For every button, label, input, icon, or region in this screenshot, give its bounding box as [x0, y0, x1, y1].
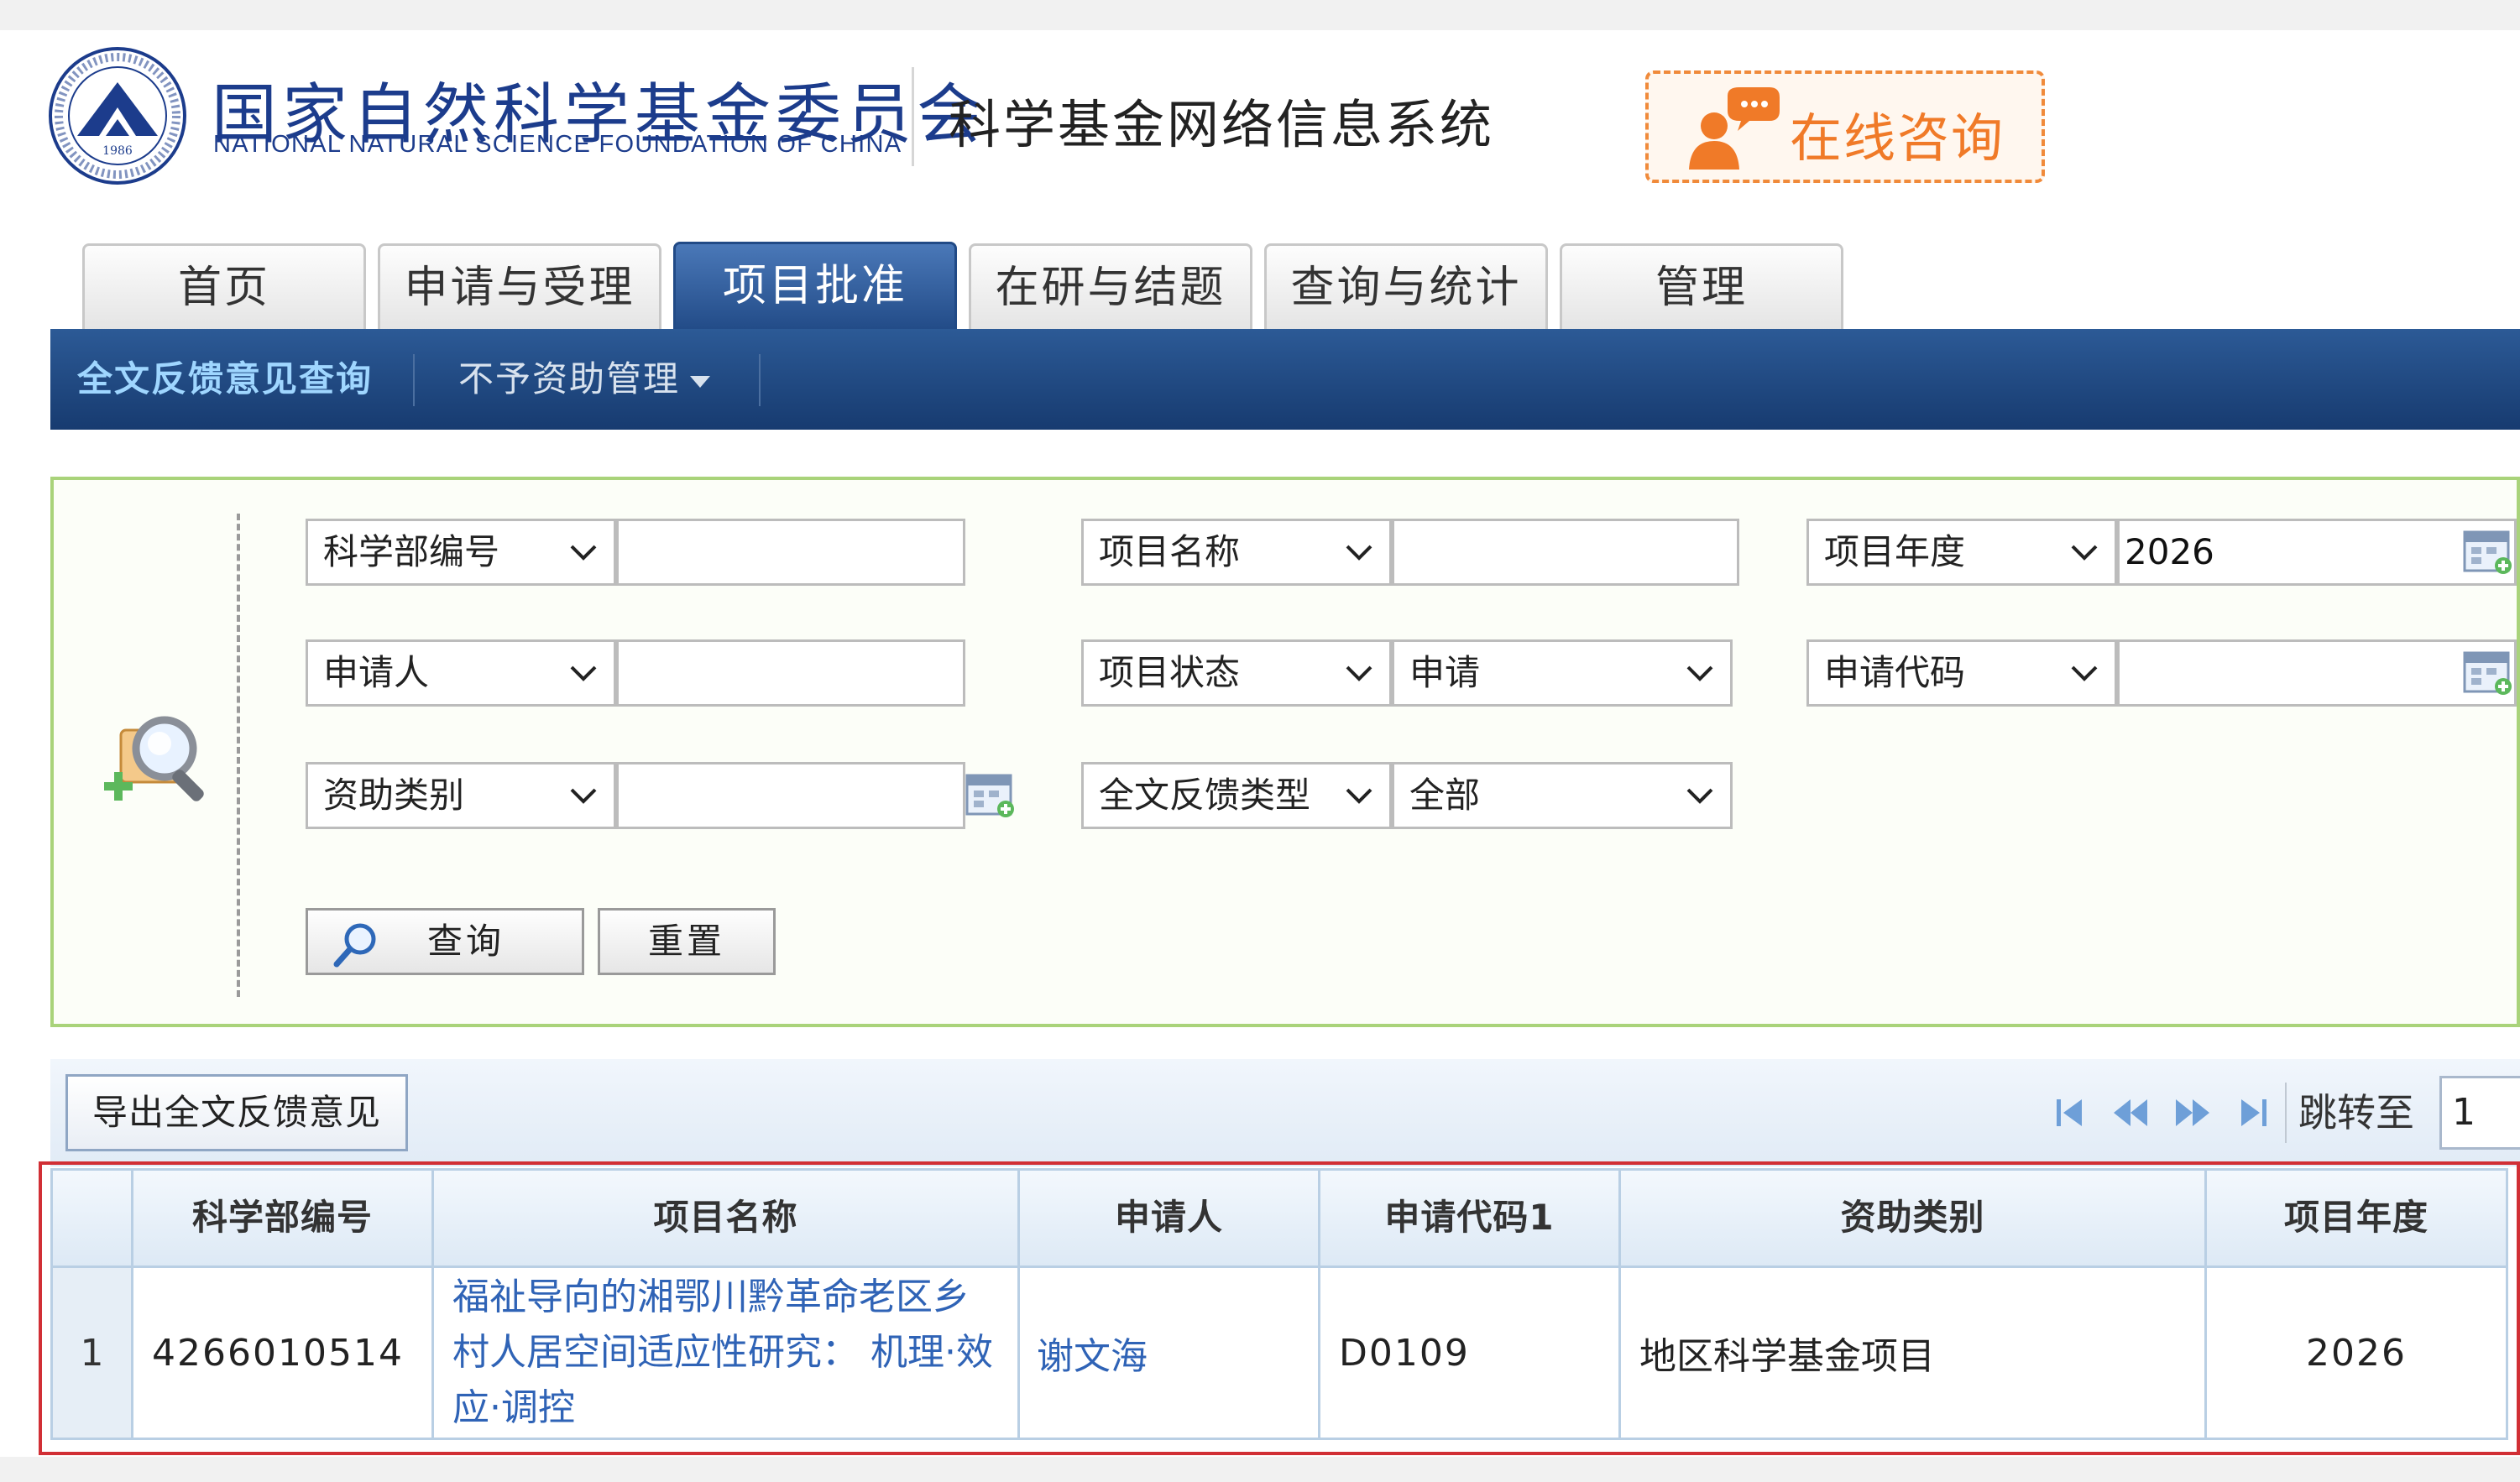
chevron-down-icon [1346, 665, 1372, 681]
online-consult-label: 在线咨询 [1790, 107, 2005, 169]
result-highlight-box [39, 1161, 2520, 1455]
query-button[interactable]: 查询 [306, 908, 584, 975]
search-add-icon [104, 716, 204, 801]
calendar-picker-icon[interactable] [2463, 527, 2513, 576]
subnav-separator [413, 354, 415, 406]
chevron-down-icon [1346, 545, 1372, 561]
jump-to-page-input[interactable]: 1 [2439, 1076, 2520, 1150]
project-status-field-select[interactable]: 项目状态 [1081, 639, 1392, 707]
chevron-down-icon [2071, 545, 2098, 561]
results-toolbar: 导出全文反馈意见 跳转至 1 [50, 1059, 2520, 1166]
tab-project-approval[interactable]: 项目批准 [673, 242, 957, 332]
tab-apply-accept[interactable]: 申请与受理 [378, 243, 661, 331]
first-page-icon[interactable] [2052, 1094, 2089, 1131]
chevron-down-icon [1686, 665, 1713, 681]
funding-type-field-select[interactable]: 资助类别 [306, 762, 616, 829]
previous-page-icon[interactable] [2112, 1094, 2149, 1131]
chevron-down-icon [2071, 665, 2098, 681]
applicant-field-select[interactable]: 申请人 [306, 639, 616, 707]
magnifier-icon [333, 923, 376, 968]
pager-separator [2285, 1083, 2287, 1143]
funding-type-picker-icon[interactable] [965, 770, 1016, 819]
last-page-icon[interactable] [2235, 1094, 2272, 1131]
chevron-down-icon [1686, 788, 1713, 804]
project-status-value-select[interactable]: 申请 [1392, 639, 1733, 707]
project-name-input[interactable] [1392, 519, 1739, 586]
dept-code-input[interactable] [616, 519, 965, 586]
fulltext-feedback-type-value-select[interactable]: 全部 [1392, 762, 1733, 829]
project-name-field-select[interactable]: 项目名称 [1081, 519, 1392, 586]
reset-button[interactable]: 重置 [598, 908, 776, 975]
org-name-en: NATIONAL NATURAL SCIENCE FOUNDATION OF C… [213, 131, 902, 158]
chevron-down-icon [570, 788, 597, 804]
project-year-field-select[interactable]: 项目年度 [1806, 519, 2117, 586]
svg-text:1986: 1986 [102, 144, 133, 158]
subnav-separator [759, 354, 761, 406]
project-year-input[interactable]: 2026 [2117, 519, 2517, 586]
chat-person-icon [1689, 87, 1780, 170]
chevron-down-icon [570, 545, 597, 561]
subnav-no-funding-label: 不予资助管理 [458, 358, 681, 399]
apply-code-field-select[interactable]: 申请代码 [1806, 639, 2117, 707]
applicant-input[interactable] [616, 639, 965, 707]
export-fulltext-feedback-button[interactable]: 导出全文反馈意见 [65, 1074, 408, 1151]
fulltext-feedback-type-field-select[interactable]: 全文反馈类型 [1081, 762, 1392, 829]
tab-management[interactable]: 管理 [1560, 243, 1843, 331]
search-panel-divider [237, 514, 240, 997]
system-title: 科学基金网络信息系统 [949, 94, 1495, 155]
next-page-icon[interactable] [2174, 1094, 2211, 1131]
dept-code-field-select[interactable]: 科学部编号 [306, 519, 616, 586]
subnav-fulltext-feedback-query[interactable]: 全文反馈意见查询 [77, 329, 373, 430]
chevron-down-icon [570, 665, 597, 681]
apply-code-input[interactable] [2117, 639, 2517, 707]
query-button-label: 查询 [427, 921, 505, 962]
subnav-no-funding-management[interactable]: 不予资助管理 [458, 329, 711, 430]
nsfc-logo-seal: 1986 [49, 47, 186, 185]
tab-query-statistics[interactable]: 查询与统计 [1264, 243, 1548, 331]
code-picker-icon[interactable] [2463, 648, 2513, 697]
chevron-down-icon [1346, 788, 1372, 804]
tab-ongoing-conclusion[interactable]: 在研与结题 [969, 243, 1252, 331]
funding-type-input[interactable] [616, 762, 965, 829]
tab-home[interactable]: 首页 [82, 243, 366, 331]
sub-nav-bar: 全文反馈意见查询 不予资助管理 [50, 329, 2520, 430]
search-panel: 科学部编号 项目名称 项目年度 2026 申请人 项目状态 申请 申请代码 资助… [50, 477, 2520, 1027]
jump-to-label: 跳转至 [2298, 1090, 2414, 1135]
header-divider [912, 67, 914, 166]
dropdown-caret-icon [690, 375, 711, 388]
online-consult-button[interactable]: 在线咨询 [1645, 70, 2045, 183]
